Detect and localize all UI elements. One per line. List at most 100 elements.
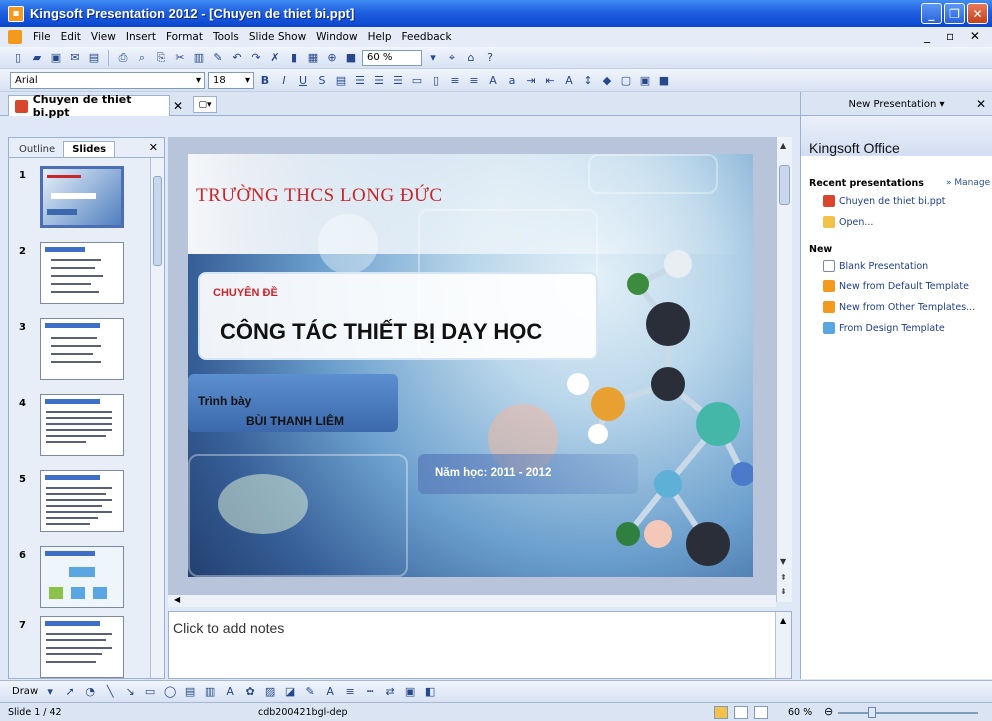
line-icon[interactable]: ╲ bbox=[102, 684, 118, 700]
indent-icon[interactable]: ⇥ bbox=[523, 72, 539, 88]
menu-help[interactable]: Help bbox=[363, 31, 397, 43]
font-name-combo[interactable]: Arial ▾ bbox=[10, 71, 205, 89]
task-pane-header[interactable]: New Presentation ▾ bbox=[800, 92, 992, 116]
menu-feedback[interactable]: Feedback bbox=[397, 31, 457, 43]
slide-thumbnail-row[interactable]: 4 bbox=[9, 394, 149, 460]
line-color-icon[interactable]: ✎ bbox=[302, 684, 318, 700]
font-color-icon[interactable]: A bbox=[322, 684, 338, 700]
distribute-icon[interactable]: ▭ bbox=[409, 72, 425, 88]
menu-insert[interactable]: Insert bbox=[121, 31, 161, 43]
slide-horizontal-scrollbar[interactable]: ◀ bbox=[168, 594, 776, 607]
paste-icon[interactable]: ▥ bbox=[191, 50, 207, 66]
print-icon[interactable]: ⎙ bbox=[115, 50, 131, 66]
menu-window[interactable]: Window bbox=[311, 31, 362, 43]
fill-color-icon[interactable]: ◪ bbox=[282, 684, 298, 700]
new-slide-icon[interactable]: ▣ bbox=[637, 72, 653, 88]
tools-icon[interactable]: ✗ bbox=[267, 50, 283, 66]
zoom-slider-handle[interactable] bbox=[868, 707, 876, 718]
layout-icon[interactable]: ▢ bbox=[618, 72, 634, 88]
clipart-icon[interactable]: ✿ bbox=[242, 684, 258, 700]
slide-thumbnail-row[interactable]: 5 bbox=[9, 470, 149, 536]
notes-scrollbar[interactable]: ▲ bbox=[775, 612, 791, 678]
align-center-icon[interactable]: ☰ bbox=[352, 72, 368, 88]
recent-item[interactable]: Chuyen de thiet bi.ppt bbox=[823, 195, 946, 207]
font-color-icon[interactable]: A bbox=[561, 72, 577, 88]
format-painter-icon[interactable]: ✎ bbox=[210, 50, 226, 66]
menu-tools[interactable]: Tools bbox=[208, 31, 244, 43]
notes-pane[interactable]: Click to add notes ▲ bbox=[168, 611, 792, 679]
slide-school-name[interactable]: TRƯỜNG THCS LONG ĐỨC bbox=[196, 185, 443, 207]
open-item[interactable]: Open... bbox=[823, 216, 873, 228]
decrease-font-icon[interactable]: a bbox=[504, 72, 520, 88]
slide-thumbnail[interactable] bbox=[40, 546, 124, 608]
close-button[interactable]: ✕ bbox=[967, 3, 988, 24]
slide-thumbnail-row[interactable]: 3 bbox=[9, 318, 149, 384]
scrollbar-thumb[interactable] bbox=[779, 165, 790, 205]
chevron-down-icon[interactable]: ▾ bbox=[425, 50, 441, 66]
scrollbar-thumb[interactable] bbox=[153, 176, 162, 266]
zoom-combo[interactable]: 60 % bbox=[362, 49, 422, 66]
bold-icon[interactable]: B bbox=[257, 72, 273, 88]
wordart-icon[interactable]: A bbox=[222, 684, 238, 700]
slide-thumbnail-row[interactable]: 2 bbox=[9, 242, 149, 308]
slide-canvas[interactable]: TRƯỜNG THCS LONG ĐỨC CHUYÊN ĐỀ CÔNG TÁC … bbox=[188, 154, 753, 577]
task-pane-close-icon[interactable]: ✕ bbox=[976, 97, 986, 111]
notes-placeholder[interactable]: Click to add notes bbox=[173, 620, 284, 636]
slide-main-title[interactable]: CÔNG TÁC THIẾT BỊ DẠY HỌC bbox=[220, 319, 542, 345]
kingsoft-presentation-icon[interactable]: ▪ bbox=[8, 5, 24, 22]
bullets-icon[interactable]: ≡ bbox=[466, 72, 482, 88]
slide-thumbnail[interactable] bbox=[40, 394, 124, 456]
export-pdf-icon[interactable]: ▤ bbox=[86, 50, 102, 66]
slide-thumbnail-row[interactable]: 6 bbox=[9, 546, 149, 612]
help-icon[interactable]: ? bbox=[482, 50, 498, 66]
vertical-textbox-icon[interactable]: ▥ bbox=[202, 684, 218, 700]
slides-pane-scrollbar[interactable] bbox=[150, 158, 164, 678]
ellipse-icon[interactable]: ◯ bbox=[162, 684, 178, 700]
cut-icon[interactable]: ✂ bbox=[172, 50, 188, 66]
shadow-icon[interactable]: S bbox=[314, 72, 330, 88]
arrow-icon[interactable]: ↘ bbox=[122, 684, 138, 700]
menu-slide-show[interactable]: Slide Show bbox=[244, 31, 311, 43]
numbering-icon[interactable]: ≡ bbox=[447, 72, 463, 88]
open-folder-icon[interactable]: ▰ bbox=[29, 50, 45, 66]
chart-icon[interactable]: ▮ bbox=[286, 50, 302, 66]
slide-thumbnail-row[interactable]: 1 bbox=[9, 166, 149, 232]
presenter-name[interactable]: BÙI THANH LIÊM bbox=[246, 414, 344, 428]
scroll-up-icon[interactable]: ▲ bbox=[780, 141, 786, 150]
find-icon[interactable]: ⌖ bbox=[444, 50, 460, 66]
scroll-left-icon[interactable]: ◀ bbox=[174, 595, 180, 604]
font-size-combo[interactable]: 18 ▾ bbox=[208, 71, 254, 89]
scroll-up-icon[interactable]: ▲ bbox=[780, 616, 786, 625]
columns-icon[interactable]: ▯ bbox=[428, 72, 444, 88]
zoom-out-icon[interactable]: ⊖ bbox=[824, 705, 833, 718]
dash-style-icon[interactable]: ┅ bbox=[362, 684, 378, 700]
minimize-button[interactable]: _ bbox=[921, 3, 942, 24]
arrow-style-icon[interactable]: ⇄ bbox=[382, 684, 398, 700]
zoom-icon[interactable]: ⊕ bbox=[324, 50, 340, 66]
tab-slides[interactable]: Slides bbox=[63, 141, 116, 157]
next-slide-icon[interactable]: ⇟ bbox=[780, 587, 787, 596]
new-other-templates-item[interactable]: New from Other Templates... bbox=[823, 301, 975, 313]
color-icon[interactable]: ■ bbox=[343, 50, 359, 66]
line-spacing-icon[interactable]: ↕ bbox=[580, 72, 596, 88]
menu-file[interactable]: File bbox=[28, 31, 56, 43]
chevron-down-icon[interactable]: ▾ bbox=[42, 684, 58, 700]
design-icon[interactable]: ◆ bbox=[599, 72, 615, 88]
rectangle-icon[interactable]: ▭ bbox=[142, 684, 158, 700]
design-template-item[interactable]: From Design Template bbox=[823, 322, 945, 334]
home-icon[interactable]: ⌂ bbox=[463, 50, 479, 66]
slide-thumbnail[interactable] bbox=[40, 166, 124, 228]
increase-font-icon[interactable]: A bbox=[485, 72, 501, 88]
menu-view[interactable]: View bbox=[86, 31, 121, 43]
textbox-icon[interactable]: ▤ bbox=[182, 684, 198, 700]
presenter-label[interactable]: Trình bày bbox=[198, 394, 251, 408]
new-tab-button[interactable]: ▢▾ bbox=[193, 96, 217, 113]
new-default-template-item[interactable]: New from Default Template bbox=[823, 280, 969, 292]
italic-icon[interactable]: I bbox=[276, 72, 292, 88]
undo-icon[interactable]: ↶ bbox=[229, 50, 245, 66]
redo-icon[interactable]: ↷ bbox=[248, 50, 264, 66]
line-style-icon[interactable]: ≡ bbox=[342, 684, 358, 700]
underline-icon[interactable]: U bbox=[295, 72, 311, 88]
slide-sorter-button[interactable] bbox=[734, 706, 748, 719]
print-preview-icon[interactable]: ⌕ bbox=[134, 50, 150, 66]
